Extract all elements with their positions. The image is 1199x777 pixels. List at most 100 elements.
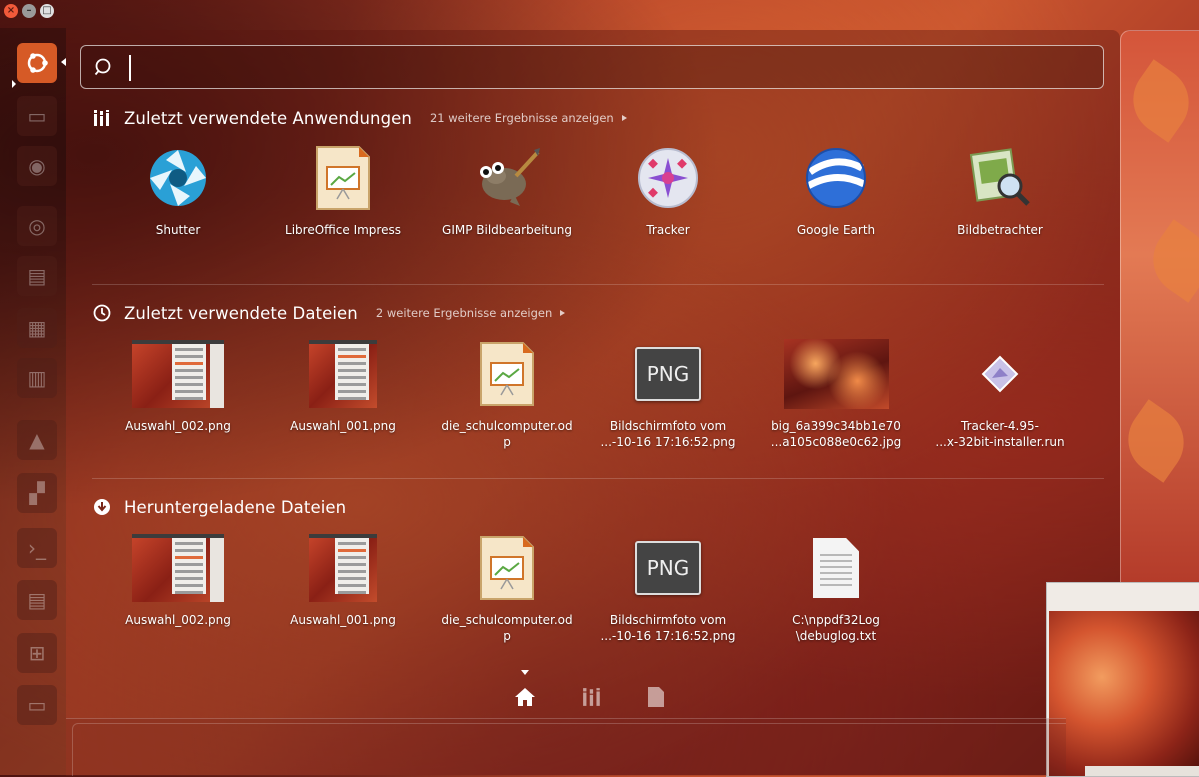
applications-lens-button[interactable]	[579, 684, 605, 710]
category-title: Zuletzt verwendete Anwendungen	[124, 108, 412, 128]
png-badge: PNG	[635, 541, 701, 595]
search-icon	[94, 58, 111, 76]
file-tile[interactable]: PNG Bildschirmfoto vom ...-10-16 17:16:5…	[593, 340, 743, 450]
executable-file-icon	[925, 340, 1075, 408]
home-icon	[515, 688, 535, 706]
trash-launcher-icon[interactable]: ▭	[17, 685, 57, 725]
image-viewer-window[interactable]	[1046, 582, 1199, 777]
window-controls: × – □	[4, 4, 54, 18]
section-divider	[92, 284, 1104, 285]
app-tile-shutter[interactable]: Shutter	[103, 144, 253, 238]
gimp-icon	[432, 144, 582, 212]
category-header-recent-files[interactable]: Zuletzt verwendete Dateien 2 weitere Erg…	[92, 303, 566, 323]
file-tile[interactable]: Auswahl_002.png	[103, 340, 253, 434]
applications-lens-icon	[583, 688, 600, 706]
show-more-label: 21 weitere Ergebnisse anzeigen	[429, 111, 614, 125]
leaf-decoration	[1119, 59, 1199, 143]
app-tile-google-earth[interactable]: Google Earth	[761, 144, 911, 238]
tile-label: C:\nppdf32Log \debuglog.txt	[792, 613, 880, 643]
files-lens-button[interactable]	[643, 684, 669, 710]
download-icon	[92, 497, 112, 517]
chromium-launcher-icon[interactable]: ◎	[17, 206, 57, 246]
google-earth-icon	[761, 144, 911, 212]
dash-home-button[interactable]	[17, 43, 57, 83]
files-lens-icon	[648, 687, 664, 707]
photo-thumbnail	[761, 339, 911, 409]
presentation-document-icon	[432, 534, 582, 602]
file-tile[interactable]: Auswahl_001.png	[268, 340, 418, 434]
text-file-icon	[761, 534, 911, 602]
file-tile[interactable]: big_6a399c34bb1e70 ...a105c088e0c62.jpg	[761, 339, 911, 450]
tile-label: Bildschirmfoto vom ...-10-16 17:16:52.pn…	[600, 419, 736, 449]
text-cursor	[129, 55, 131, 81]
file-tile[interactable]: die_schulcomputer.od p	[432, 340, 582, 450]
tile-label: die_schulcomputer.od p	[441, 613, 573, 643]
tile-label: die_schulcomputer.od p	[441, 419, 573, 449]
ubuntu-logo-icon	[27, 53, 48, 73]
calc-launcher-icon[interactable]: ▥	[17, 358, 57, 398]
maximize-icon[interactable]: □	[40, 4, 54, 18]
applications-icon	[92, 108, 112, 128]
app-tile-tracker[interactable]: Tracker	[593, 144, 743, 238]
show-more-link[interactable]: 2 weitere Ergebnisse anzeigen	[376, 306, 566, 320]
category-header-apps[interactable]: Zuletzt verwendete Anwendungen 21 weiter…	[92, 108, 627, 128]
file-tile[interactable]: Tracker-4.95- ...x-32bit-installer.run	[925, 340, 1075, 450]
search-bar[interactable]	[80, 45, 1104, 89]
search-input[interactable]	[133, 54, 1037, 84]
section-divider	[92, 478, 1104, 479]
screenshot-thumbnail	[103, 534, 253, 602]
show-more-link[interactable]: 21 weitere Ergebnisse anzeigen	[430, 111, 627, 125]
close-icon[interactable]: ×	[4, 4, 18, 18]
libreoffice-impress-icon	[268, 144, 418, 212]
tile-label: GIMP Bildbearbeitung	[442, 223, 572, 237]
arrow-right-icon	[621, 115, 627, 121]
background-window[interactable]	[1114, 30, 1199, 591]
wine-launcher-icon[interactable]: ▞	[17, 473, 57, 513]
tile-label: Bildbetrachter	[957, 223, 1043, 237]
active-lens-indicator	[521, 670, 529, 675]
file-tile[interactable]: Auswahl_002.png	[103, 534, 253, 628]
minimize-icon[interactable]: –	[22, 4, 36, 18]
file-tile[interactable]: C:\nppdf32Log \debuglog.txt	[761, 534, 911, 644]
home-lens-button[interactable]	[512, 684, 538, 710]
launcher-active-arrow	[61, 58, 66, 66]
terminal-launcher-icon[interactable]: ›_	[17, 528, 57, 568]
tile-label: LibreOffice Impress	[285, 223, 401, 237]
png-file-icon: PNG	[593, 534, 743, 602]
app-tile-gimp[interactable]: GIMP Bildbearbeitung	[432, 144, 582, 238]
app-tile-libreoffice-impress[interactable]: LibreOffice Impress	[268, 144, 418, 238]
category-header-downloads[interactable]: Heruntergeladene Dateien	[92, 497, 346, 517]
leaf-decoration	[1114, 399, 1198, 483]
file-tile[interactable]: Auswahl_001.png	[268, 534, 418, 628]
png-file-icon: PNG	[593, 340, 743, 408]
firefox-launcher-icon[interactable]: ◉	[17, 146, 57, 186]
writer-launcher-icon[interactable]: ▤	[17, 256, 57, 296]
screenshot-thumbnail	[268, 340, 418, 408]
bottom-panel	[66, 718, 1066, 776]
category-title: Heruntergeladene Dateien	[124, 497, 347, 517]
clock-icon	[92, 303, 112, 323]
tile-label: big_6a399c34bb1e70 ...a105c088e0c62.jpg	[770, 419, 902, 449]
file-tile[interactable]: PNG Bildschirmfoto vom ...-10-16 17:16:5…	[593, 534, 743, 644]
tile-label: Bildschirmfoto vom ...-10-16 17:16:52.pn…	[600, 613, 736, 643]
files-launcher-icon[interactable]: ▭	[17, 96, 57, 136]
app-tile-image-viewer[interactable]: Bildbetrachter	[925, 144, 1075, 238]
document-launcher-icon[interactable]: ▤	[17, 580, 57, 620]
tile-label: Tracker	[646, 223, 690, 237]
presentation-document-icon	[432, 340, 582, 408]
tracker-icon	[593, 144, 743, 212]
tile-label: Auswahl_001.png	[290, 419, 396, 433]
category-title: Zuletzt verwendete Dateien	[124, 303, 358, 323]
impress-launcher-icon[interactable]: ▦	[17, 308, 57, 348]
leaf-decoration	[1139, 219, 1199, 303]
tile-label: Tracker-4.95- ...x-32bit-installer.run	[935, 419, 1065, 449]
software-center-launcher-icon[interactable]: ▲	[17, 420, 57, 460]
tile-label: Auswahl_002.png	[125, 419, 231, 433]
image-viewer-icon	[925, 144, 1075, 212]
tile-label: Google Earth	[796, 223, 876, 237]
screenshot-thumbnail	[103, 340, 253, 408]
workspace-switcher-icon[interactable]: ⊞	[17, 633, 57, 673]
file-tile[interactable]: die_schulcomputer.od p	[432, 534, 582, 644]
png-badge: PNG	[635, 347, 701, 401]
shutter-icon	[103, 144, 253, 212]
